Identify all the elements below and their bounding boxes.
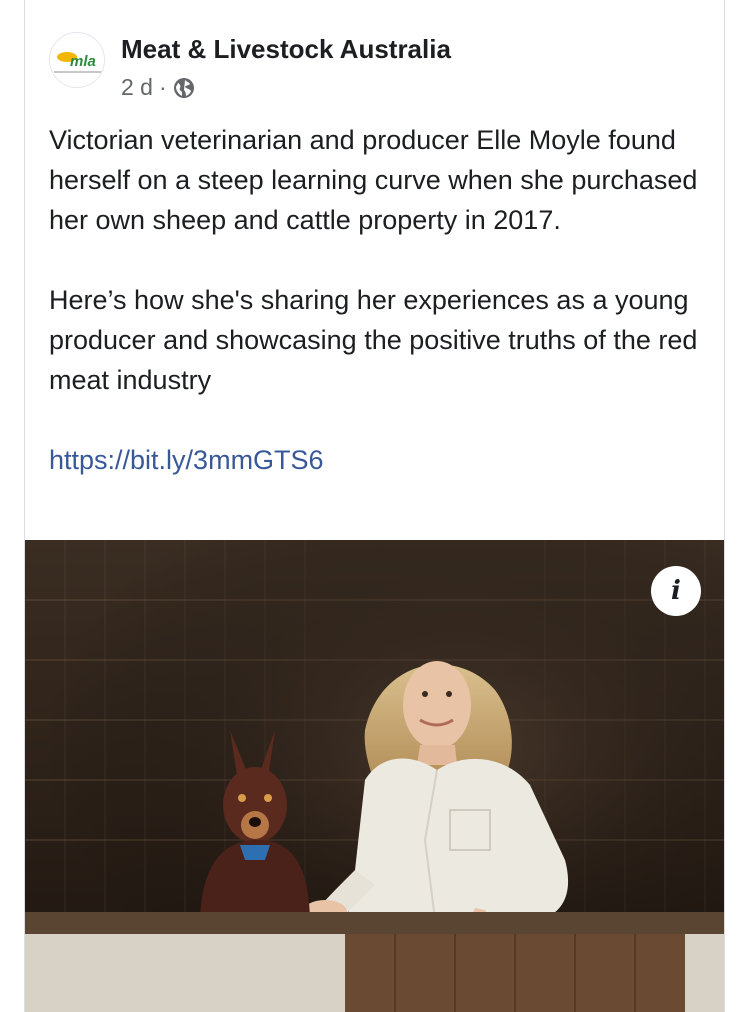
post-photo[interactable]: i [25, 540, 724, 1012]
mla-logo: mla [54, 52, 102, 73]
post-paragraph-2: Here’s how she's sharing her experiences… [49, 285, 698, 395]
info-icon[interactable]: i [651, 566, 701, 616]
page-avatar[interactable]: mla [49, 32, 105, 88]
post-timestamp[interactable]: 2 d [121, 74, 153, 101]
photo-image [25, 540, 724, 1012]
post-meta: 2 d · [121, 74, 195, 101]
post-card: mla Meat & Livestock Australia 2 d · Vic… [24, 0, 725, 1012]
info-icon-label: i [671, 576, 681, 606]
globe-icon[interactable] [173, 77, 195, 99]
post-header: mla Meat & Livestock Australia 2 d · [49, 32, 689, 102]
page-name[interactable]: Meat & Livestock Australia [121, 34, 451, 65]
post-link[interactable]: https://bit.ly/3mmGTS6 [49, 445, 324, 475]
logo-text: mla [70, 53, 96, 70]
meta-separator: · [158, 74, 167, 100]
post-body: Victorian veterinarian and producer Elle… [49, 120, 709, 480]
post-paragraph-1: Victorian veterinarian and producer Elle… [49, 125, 698, 235]
